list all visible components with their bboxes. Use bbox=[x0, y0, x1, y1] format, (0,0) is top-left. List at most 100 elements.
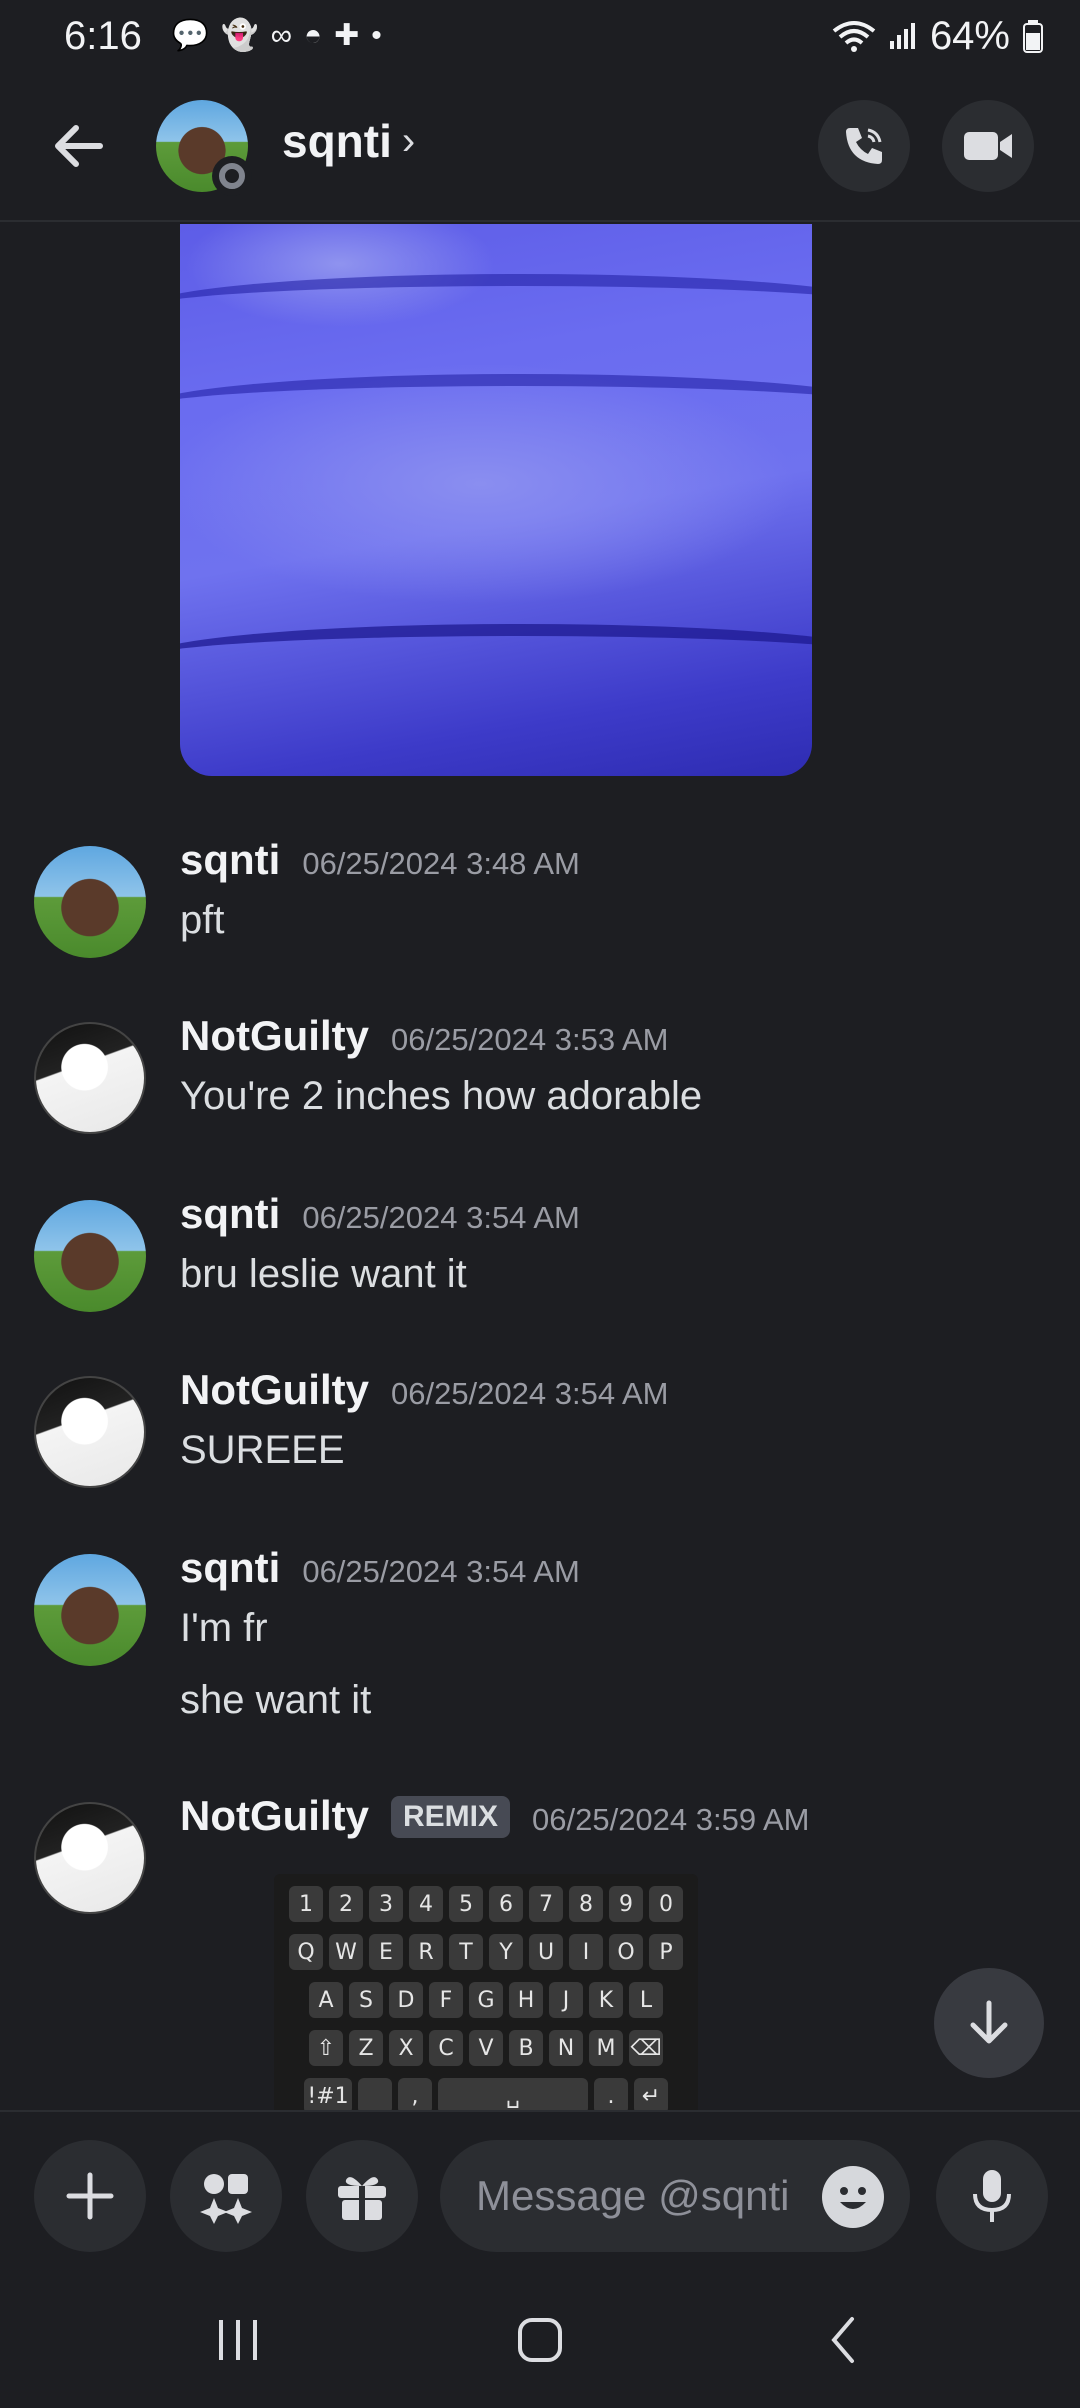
dot-icon: • bbox=[371, 19, 382, 52]
message-text: she want it bbox=[180, 1678, 372, 1722]
sparkle-apps-icon bbox=[200, 2174, 252, 2224]
gift-icon bbox=[338, 2177, 386, 2220]
keyboard-image-key: 3 bbox=[369, 1886, 403, 1922]
robot-icon: ◓ bbox=[303, 19, 323, 52]
timestamp: 06/25/2024 3:59 AM bbox=[532, 1802, 810, 1837]
microphone-icon bbox=[973, 2170, 1011, 2222]
home-icon bbox=[518, 2318, 562, 2362]
voice-message-button[interactable] bbox=[936, 2140, 1048, 2252]
keyboard-image-key: 5 bbox=[449, 1886, 483, 1922]
message-composer bbox=[0, 2110, 1080, 2270]
keyboard-image-key: Z bbox=[349, 2030, 383, 2066]
keyboard-image-key: !#1 bbox=[304, 2078, 352, 2110]
keyboard-image-key: D bbox=[389, 1982, 423, 2018]
avatar[interactable] bbox=[34, 1802, 146, 1914]
keyboard-image-key: A bbox=[309, 1982, 343, 2018]
username[interactable]: sqnti bbox=[180, 1190, 280, 1238]
keyboard-image-key: C bbox=[429, 2030, 463, 2066]
message-input-container bbox=[440, 2140, 910, 2252]
keyboard-image-key: Y bbox=[489, 1934, 523, 1970]
timestamp: 06/25/2024 3:54 AM bbox=[302, 1200, 580, 1235]
keyboard-image-key: ⌫ bbox=[629, 2030, 663, 2066]
keyboard-image-key bbox=[358, 2078, 392, 2110]
apps-button[interactable] bbox=[170, 2140, 282, 2252]
voice-call-button[interactable] bbox=[818, 100, 910, 192]
keyboard-image-key: 4 bbox=[409, 1886, 443, 1922]
message-text: pft bbox=[180, 898, 225, 942]
keyboard-image-key: U bbox=[529, 1934, 563, 1970]
avatar[interactable] bbox=[34, 846, 146, 958]
keyboard-image-key: I bbox=[569, 1934, 603, 1970]
username[interactable]: NotGuilty bbox=[180, 1012, 369, 1060]
keyboard-image-key: R bbox=[409, 1934, 443, 1970]
keyboard-image-key: 6 bbox=[489, 1886, 523, 1922]
recent-apps-button[interactable] bbox=[198, 2300, 278, 2380]
system-navigation-bar bbox=[0, 2270, 1080, 2408]
chat-header: sqnti › bbox=[0, 72, 1080, 222]
chevron-right-icon: › bbox=[401, 118, 416, 163]
username[interactable]: sqnti bbox=[180, 836, 280, 884]
remix-badge: REMIX bbox=[390, 1796, 510, 1838]
contact-name[interactable]: sqnti › bbox=[282, 114, 415, 168]
recent-apps-icon bbox=[219, 2320, 257, 2360]
signal-icon bbox=[889, 23, 915, 49]
keyboard-image-key: B bbox=[509, 2030, 543, 2066]
message-input[interactable] bbox=[476, 2172, 796, 2220]
keyboard-image-key: , bbox=[398, 2078, 432, 2110]
status-bar: 6:16 💬 👻 ∞ ◓ ✚ • 64% bbox=[0, 0, 1080, 72]
attached-photo[interactable] bbox=[180, 224, 812, 776]
add-attachment-button[interactable] bbox=[34, 2140, 146, 2252]
gift-button[interactable] bbox=[306, 2140, 418, 2252]
username[interactable]: NotGuilty bbox=[180, 1366, 369, 1414]
username[interactable]: sqnti bbox=[180, 1544, 280, 1592]
jump-to-latest-button[interactable] bbox=[934, 1968, 1044, 2078]
message-text: I'm fr bbox=[180, 1606, 268, 1650]
keyboard-image-key: 1 bbox=[289, 1886, 323, 1922]
keyboard-screenshot-image[interactable]: 1234567890 QWERTYUIOP ASDFGHJKL ⇧ Z X C V B N M… bbox=[274, 1874, 698, 2110]
keyboard-image-key: ⇧ bbox=[309, 2030, 343, 2066]
keyboard-image-key: M bbox=[589, 2030, 623, 2066]
keyboard-image-key: ␣ bbox=[438, 2078, 588, 2110]
keyboard-image-key: N bbox=[549, 2030, 583, 2066]
keyboard-image-key: T bbox=[449, 1934, 483, 1970]
back-button[interactable] bbox=[48, 114, 112, 178]
avatar[interactable] bbox=[34, 1554, 146, 1666]
keyboard-image-key: 8 bbox=[569, 1886, 603, 1922]
keyboard-image-key: S bbox=[349, 1982, 383, 2018]
message-text: SUREEE bbox=[180, 1428, 345, 1472]
video-call-button[interactable] bbox=[942, 100, 1034, 192]
medical-kit-icon: ✚ bbox=[334, 19, 360, 52]
emoji-button[interactable] bbox=[822, 2166, 884, 2228]
keyboard-image-key: ↵ bbox=[634, 2078, 668, 2110]
wifi-icon bbox=[832, 21, 876, 52]
keyboard-image-key: 0 bbox=[649, 1886, 683, 1922]
username[interactable]: NotGuilty bbox=[180, 1792, 369, 1840]
avatar[interactable] bbox=[34, 1200, 146, 1312]
keyboard-image-key: K bbox=[589, 1982, 623, 2018]
keyboard-image-key: J bbox=[549, 1982, 583, 2018]
keyboard-image-key: P bbox=[649, 1934, 683, 1970]
keyboard-image-key: X bbox=[389, 2030, 423, 2066]
chat-bubble-icon: 💬 bbox=[171, 19, 210, 52]
message-list[interactable]: sqnti 06/25/2024 3:48 AM pft NotGuilty 0… bbox=[0, 224, 1080, 2110]
keyboard-image-key: V bbox=[469, 2030, 503, 2066]
avatar[interactable] bbox=[34, 1376, 146, 1488]
voicemail-icon: ∞ bbox=[270, 19, 292, 52]
home-button[interactable] bbox=[500, 2300, 580, 2380]
arrow-down-icon bbox=[970, 2000, 1008, 2044]
video-camera-icon bbox=[964, 132, 1012, 160]
timestamp: 06/25/2024 3:53 AM bbox=[390, 1022, 669, 1057]
keyboard-image-key: O bbox=[609, 1934, 643, 1970]
notification-icons: 💬 👻 ∞ ◓ ✚ • bbox=[172, 21, 382, 51]
arrow-left-icon bbox=[55, 125, 103, 167]
message-text: You're 2 inches how adorable bbox=[180, 1074, 703, 1118]
keyboard-image-key: 2 bbox=[329, 1886, 363, 1922]
keyboard-image-key: Q bbox=[289, 1934, 323, 1970]
avatar[interactable] bbox=[34, 1022, 146, 1134]
keyboard-image-key: 9 bbox=[609, 1886, 643, 1922]
battery-icon bbox=[1023, 20, 1043, 53]
timestamp: 06/25/2024 3:48 AM bbox=[302, 846, 580, 881]
timestamp: 06/25/2024 3:54 AM bbox=[302, 1554, 580, 1589]
smiley-icon bbox=[823, 2167, 883, 2227]
system-back-button[interactable] bbox=[804, 2300, 884, 2380]
